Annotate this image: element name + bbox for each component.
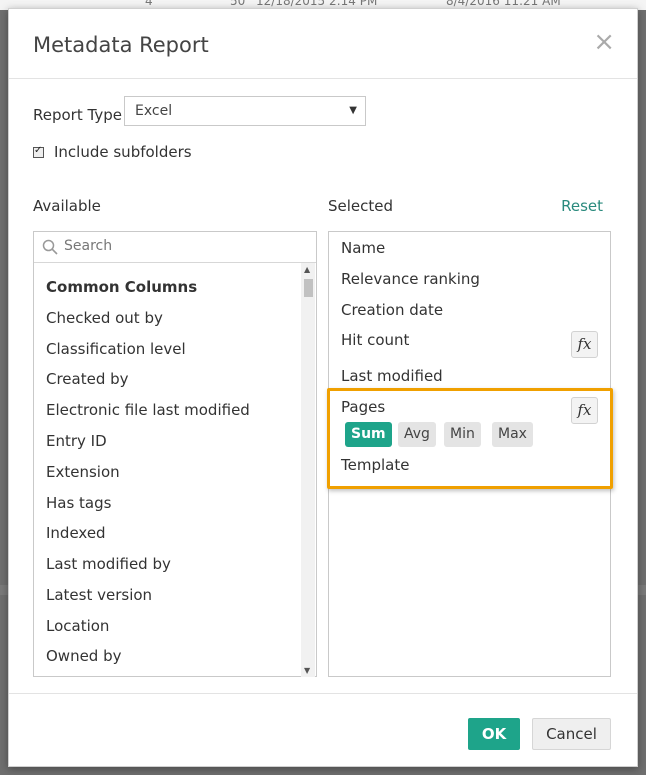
report-type-select[interactable]: Excel ▼ (124, 96, 366, 126)
list-item[interactable]: Last modified by (46, 555, 171, 573)
selected-item-last-modified[interactable]: Last modified (341, 367, 443, 385)
cancel-button[interactable]: Cancel (532, 718, 611, 750)
selected-item-pages[interactable]: Pages (341, 398, 385, 416)
list-item[interactable]: Latest version (46, 586, 152, 604)
include-subfolders-row[interactable]: Include subfolders (33, 143, 192, 161)
selected-item-relevance-ranking[interactable]: Relevance ranking (341, 270, 480, 288)
available-label: Available (33, 197, 101, 215)
list-item[interactable]: Electronic file last modified (46, 401, 250, 419)
list-item[interactable]: Classification level (46, 340, 186, 358)
report-type-label: Report Type (33, 106, 122, 124)
dialog-footer: OK Cancel (9, 693, 637, 768)
list-item[interactable]: Entry ID (46, 432, 107, 450)
metadata-report-dialog: Metadata Report × Report Type Excel ▼ In… (8, 8, 638, 767)
function-icon[interactable]: fx (571, 331, 598, 358)
search-placeholder: Search (64, 238, 113, 254)
available-group-header: Common Columns (46, 278, 198, 296)
list-item[interactable]: Created by (46, 370, 129, 388)
selected-label: Selected (328, 197, 394, 215)
include-subfolders-checkbox[interactable] (33, 145, 44, 158)
list-item[interactable]: Indexed (46, 524, 106, 542)
selected-item-template[interactable]: Template (341, 456, 409, 474)
list-item[interactable]: Checked out by (46, 309, 163, 327)
available-scrollbar[interactable]: ▲ ▼ (301, 263, 315, 677)
background-cell: 12/18/2015 2:14 PM (256, 0, 378, 8)
selected-item-creation-date[interactable]: Creation date (341, 301, 443, 319)
selected-item-hit-count[interactable]: Hit count (341, 331, 409, 349)
dialog-header: Metadata Report × (9, 9, 637, 79)
reset-link[interactable]: Reset (561, 197, 603, 215)
background-cell: 50 (230, 0, 246, 8)
aggregate-sum-button[interactable]: Sum (345, 422, 392, 447)
scroll-down-icon[interactable]: ▼ (304, 666, 310, 675)
search-input[interactable]: Search (34, 232, 316, 263)
include-subfolders-label: Include subfolders (54, 143, 192, 161)
list-item[interactable]: Location (46, 617, 109, 635)
report-type-value: Excel (135, 103, 173, 119)
close-icon[interactable]: × (593, 29, 615, 55)
scroll-thumb[interactable] (304, 279, 313, 297)
selected-columns-panel: Name Relevance ranking Creation date Hit… (327, 231, 613, 677)
list-item[interactable]: Extension (46, 463, 120, 481)
aggregate-max-button[interactable]: Max (492, 422, 533, 447)
list-item[interactable]: Owned by (46, 647, 122, 665)
available-list: Common Columns Checked out by Classifica… (34, 263, 300, 677)
available-columns-panel: Search Common Columns Checked out by Cla… (33, 231, 317, 677)
aggregate-min-button[interactable]: Min (444, 422, 481, 447)
function-icon[interactable]: fx (571, 397, 598, 424)
ok-button[interactable]: OK (468, 718, 520, 750)
aggregate-avg-button[interactable]: Avg (398, 422, 436, 447)
list-item[interactable]: Has tags (46, 494, 111, 512)
selected-item-name[interactable]: Name (341, 239, 385, 257)
scroll-up-icon[interactable]: ▲ (304, 265, 310, 274)
dropdown-arrow-icon: ▼ (349, 105, 357, 116)
background-cell: 4 (145, 0, 153, 8)
search-icon (42, 239, 58, 255)
background-cell: 8/4/2016 11:21 AM (446, 0, 561, 8)
dialog-title: Metadata Report (33, 33, 209, 57)
